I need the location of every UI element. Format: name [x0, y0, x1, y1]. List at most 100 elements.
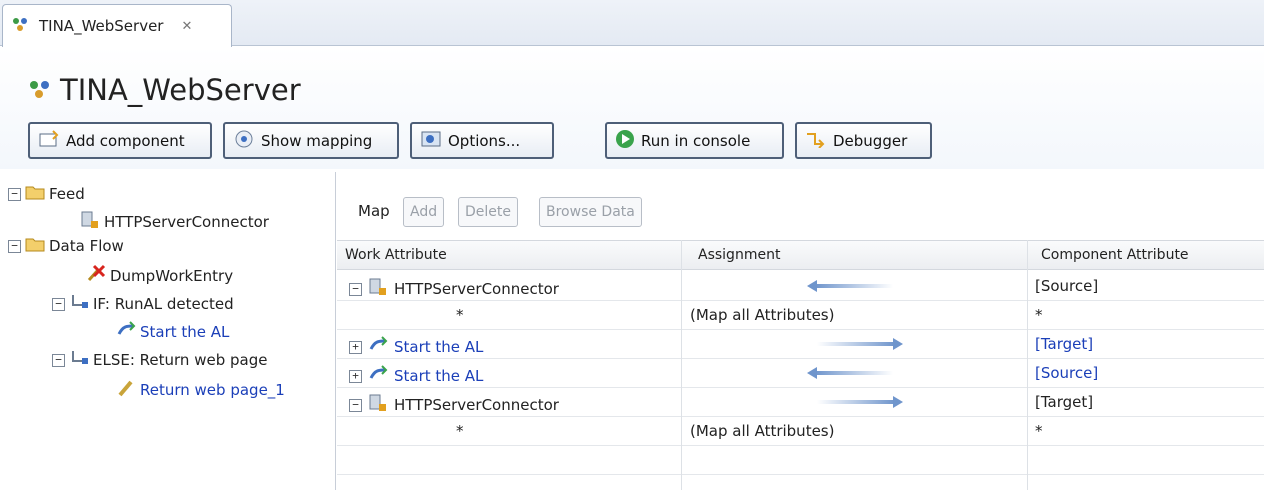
map-delete-label: Delete	[465, 204, 511, 220]
tree-item-if-branch[interactable]: − IF: RunAL detected	[52, 292, 234, 316]
connector-icon	[368, 393, 388, 417]
folder-icon	[25, 236, 45, 256]
table-row[interactable]: + Start the AL [Source]	[337, 359, 1264, 388]
table-row[interactable]: − HTTPServerConnector [Source]	[337, 272, 1264, 301]
column-divider[interactable]	[681, 240, 682, 490]
call-al-icon	[116, 320, 136, 344]
connector-icon	[80, 210, 100, 234]
collapse-icon[interactable]: −	[349, 398, 362, 412]
debugger-label: Debugger	[833, 131, 908, 150]
row-assignment: (Map all Attributes)	[690, 422, 835, 440]
map-add-label: Add	[410, 204, 438, 220]
show-mapping-button[interactable]: Show mapping	[223, 122, 399, 159]
browse-data-label: Browse Data	[546, 204, 635, 220]
tree-item-data-flow[interactable]: − Data Flow	[8, 236, 124, 256]
expand-icon[interactable]: +	[349, 340, 362, 354]
editor-header: TINA_WebServer Add component Show mappin…	[0, 47, 1264, 169]
connector-icon	[368, 277, 388, 301]
debugger-icon	[805, 130, 827, 152]
tree-label-http-connector: HTTPServerConnector	[104, 213, 269, 231]
tree-item-dump-work-entry[interactable]: DumpWorkEntry	[86, 264, 233, 288]
branch-icon	[69, 348, 89, 372]
debugger-button[interactable]: Debugger	[795, 122, 932, 159]
row-component-attribute: *	[1035, 306, 1043, 324]
table-row[interactable]: * (Map all Attributes) *	[337, 301, 1264, 330]
collapse-icon[interactable]: −	[52, 297, 65, 311]
map-toolbar: Map Add Delete Browse Data	[337, 172, 1264, 238]
column-divider[interactable]	[1027, 240, 1028, 490]
tree-label-feed: Feed	[49, 185, 85, 203]
tab-tina-webserver[interactable]: TINA_WebServer ✕	[2, 4, 232, 47]
tree-item-else-branch[interactable]: − ELSE: Return web page	[52, 348, 267, 372]
arrow-right-icon	[817, 396, 903, 408]
row-component-attribute: [Target]	[1035, 335, 1094, 353]
row-component-attribute: [Source]	[1035, 364, 1099, 382]
folder-icon	[25, 184, 45, 204]
editor-tab-strip: TINA_WebServer ✕	[0, 0, 1264, 47]
run-icon	[615, 129, 635, 153]
row-work-attribute: *	[456, 422, 464, 440]
tab-title: TINA_WebServer	[39, 17, 164, 35]
collapse-icon[interactable]: −	[349, 282, 362, 296]
tree-label-start-al: Start the AL	[140, 323, 230, 341]
row-work-attribute: Start the AL	[394, 367, 484, 385]
collapse-icon[interactable]: −	[52, 353, 65, 367]
arrow-left-icon	[807, 367, 893, 379]
add-component-button[interactable]: Add component	[28, 122, 212, 159]
column-header-component-attribute[interactable]: Component Attribute	[1041, 247, 1189, 263]
tree-label-if: IF: RunAL detected	[93, 295, 234, 313]
arrow-left-icon	[807, 280, 893, 292]
map-delete-button[interactable]: Delete	[458, 197, 518, 227]
assembly-line-icon	[28, 73, 54, 107]
add-component-icon	[38, 129, 60, 152]
table-row[interactable]: * (Map all Attributes) *	[337, 417, 1264, 446]
add-component-label: Add component	[66, 131, 185, 150]
tree-item-http-connector[interactable]: HTTPServerConnector	[80, 210, 269, 234]
column-header-assignment[interactable]: Assignment	[698, 247, 780, 263]
table-row[interactable]: − HTTPServerConnector [Target]	[337, 388, 1264, 417]
tree-item-start-al[interactable]: Start the AL	[116, 320, 229, 344]
assembly-line-tree: − Feed HTTPServerConnector − Data Flow D…	[0, 172, 336, 490]
close-icon[interactable]: ✕	[181, 19, 192, 34]
script-icon	[116, 378, 136, 402]
options-button[interactable]: Options...	[410, 122, 554, 159]
column-header-work-attribute[interactable]: Work Attribute	[345, 247, 447, 263]
run-in-console-button[interactable]: Run in console	[605, 122, 784, 159]
show-mapping-label: Show mapping	[261, 131, 373, 150]
run-in-console-label: Run in console	[641, 131, 751, 150]
arrow-right-icon	[817, 338, 903, 350]
branch-icon	[69, 292, 89, 316]
expand-icon[interactable]: +	[349, 369, 362, 383]
browse-data-button[interactable]: Browse Data	[539, 197, 642, 227]
call-al-icon	[368, 364, 388, 388]
row-work-attribute: HTTPServerConnector	[394, 396, 559, 414]
tree-item-return-page[interactable]: Return web page_1	[116, 378, 285, 402]
collapse-icon[interactable]: −	[8, 239, 21, 253]
row-component-attribute: [Target]	[1035, 393, 1094, 411]
call-al-icon	[368, 335, 388, 359]
collapse-icon[interactable]: −	[8, 187, 21, 201]
disabled-script-icon	[86, 264, 106, 288]
row-work-attribute: HTTPServerConnector	[394, 280, 559, 298]
page-title: TINA_WebServer	[28, 73, 301, 107]
row-component-attribute: [Source]	[1035, 277, 1099, 295]
tree-item-feed[interactable]: − Feed	[8, 184, 85, 204]
mapping-panel: Map Add Delete Browse Data Work Attribut…	[337, 172, 1264, 490]
options-icon	[420, 129, 442, 153]
mapping-icon	[233, 129, 255, 153]
row-work-attribute: *	[456, 306, 464, 324]
assembly-line-icon	[11, 16, 33, 36]
tree-label-return-page: Return web page_1	[140, 381, 285, 399]
empty-row	[337, 446, 1264, 475]
map-add-button[interactable]: Add	[403, 197, 445, 227]
options-label: Options...	[448, 131, 521, 150]
tree-label-data-flow: Data Flow	[49, 237, 124, 255]
table-row[interactable]: + Start the AL [Target]	[337, 330, 1264, 359]
page-title-text: TINA_WebServer	[60, 73, 301, 107]
row-assignment: (Map all Attributes)	[690, 306, 835, 324]
map-label: Map	[358, 202, 390, 220]
tree-label-else: ELSE: Return web page	[93, 351, 268, 369]
row-work-attribute: Start the AL	[394, 338, 484, 356]
tree-label-dump: DumpWorkEntry	[110, 267, 234, 285]
row-component-attribute: *	[1035, 422, 1043, 440]
